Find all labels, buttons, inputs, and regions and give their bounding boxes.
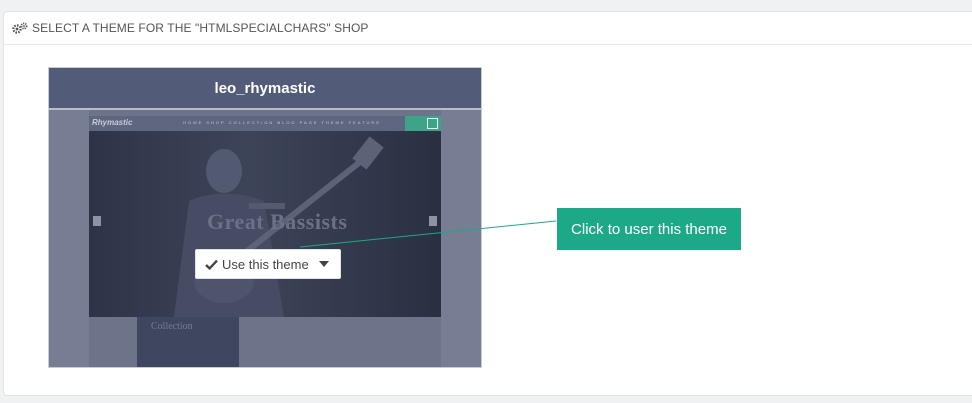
theme-preview-image: Rhymastic HOME SHOP COLLECTION BLOG PAGE… xyxy=(49,110,481,367)
theme-card[interactable]: leo_rhymastic Rhymastic HOME SHOP COLLEC… xyxy=(48,67,482,368)
preview-header: Rhymastic HOME SHOP COLLECTION BLOG PAGE… xyxy=(89,116,441,131)
preview-hero: Great Bassists xyxy=(89,131,441,317)
preview-collection: Collection xyxy=(137,317,239,367)
preview-side-right xyxy=(441,110,481,367)
preview-collection-label: Collection xyxy=(151,321,193,332)
check-icon xyxy=(205,259,218,270)
caret-down-icon[interactable] xyxy=(319,261,329,267)
use-this-theme-button[interactable]: Use this theme xyxy=(195,249,341,279)
annotation-callout: Click to user this theme xyxy=(557,208,741,250)
preview-logo: Rhymastic xyxy=(92,118,133,127)
preview-headline: Great Bassists xyxy=(207,209,348,234)
theme-selection-panel: SELECT A THEME FOR THE "HTMLSPECIALCHARS… xyxy=(3,11,972,396)
preview-nav: HOME SHOP COLLECTION BLOG PAGE THEME FEA… xyxy=(183,120,381,125)
preview-side-left xyxy=(49,110,89,367)
cart-icon xyxy=(427,118,438,129)
panel-title: SELECT A THEME FOR THE "HTMLSPECIALCHARS… xyxy=(32,21,369,35)
theme-name: leo_rhymastic xyxy=(49,68,481,110)
preview-prev-arrow xyxy=(93,216,101,226)
panel-heading: SELECT A THEME FOR THE "HTMLSPECIALCHARS… xyxy=(4,12,972,45)
preview-next-arrow xyxy=(429,216,437,226)
preview-cart xyxy=(405,116,441,131)
use-this-theme-label: Use this theme xyxy=(222,256,309,272)
gears-icon xyxy=(12,22,28,34)
